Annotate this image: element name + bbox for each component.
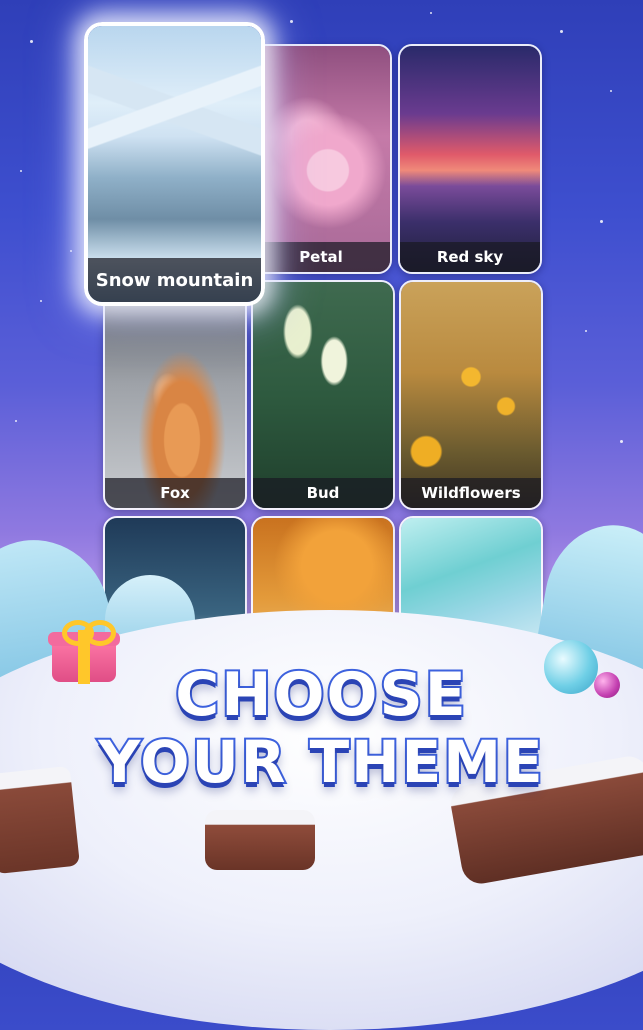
theme-card-wildflowers[interactable]: Wildflowers (399, 280, 543, 510)
theme-label: Petal (252, 242, 390, 272)
bud-image (253, 282, 393, 508)
theme-card-bud[interactable]: Bud (251, 280, 395, 510)
theme-label: Wildflowers (401, 478, 541, 508)
theme-label: Bud (253, 478, 393, 508)
theme-label: Snow mountain (88, 258, 261, 302)
petal-image (252, 46, 390, 272)
fox-image (105, 282, 245, 508)
headline-line-1: CHOOSE (173, 658, 468, 732)
theme-label: Fox (105, 478, 245, 508)
headline-line-2: YOUR THEME (96, 726, 545, 798)
wildflowers-image (401, 282, 541, 508)
red-sky-image (400, 46, 540, 272)
theme-card-snow-mountain[interactable]: Snow mountain (84, 22, 265, 306)
theme-card-red-sky[interactable]: Red sky (398, 44, 542, 274)
theme-label: Red sky (400, 242, 540, 272)
theme-card-petal[interactable]: Petal (250, 44, 392, 274)
theme-card-fox[interactable]: Fox (103, 280, 247, 510)
